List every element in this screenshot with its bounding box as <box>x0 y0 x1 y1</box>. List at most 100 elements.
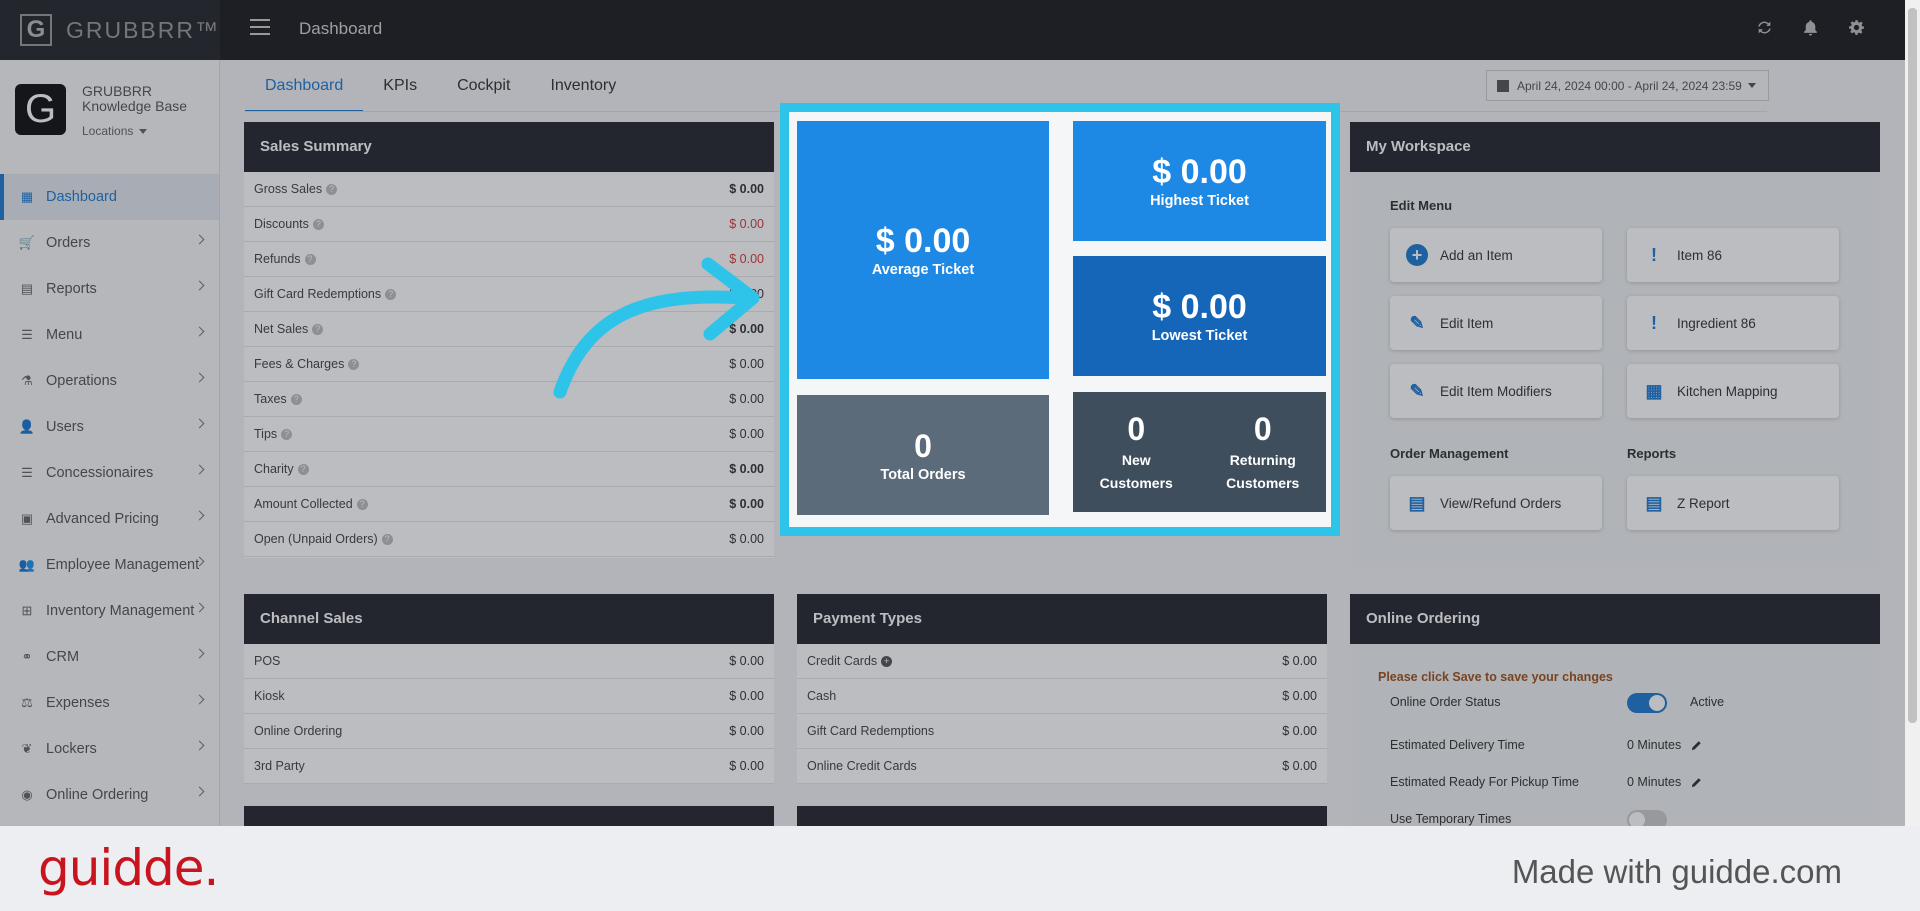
ingredient86-button[interactable]: ! Ingredient 86 <box>1627 296 1839 350</box>
online-ordering-panel: Online Ordering Please click Save to sav… <box>1350 594 1880 826</box>
pencil-icon[interactable] <box>1691 740 1702 751</box>
add-item-button[interactable]: + Add an Item <box>1390 228 1602 282</box>
brand-name: GRUBBRR™ <box>65 16 220 43</box>
table-row: Amount Collected? $ 0.00 <box>244 487 774 522</box>
pencil-icon[interactable] <box>1691 777 1702 788</box>
help-icon[interactable]: ? <box>356 499 368 511</box>
kitchen-mapping-button[interactable]: ▦ Kitchen Mapping <box>1627 364 1839 418</box>
tab-dashboard[interactable]: Dashboard <box>245 60 364 112</box>
tab-inventory[interactable]: Inventory <box>530 60 636 112</box>
pickup-time-text: 0 Minutes <box>1627 775 1682 789</box>
help-icon[interactable]: ? <box>290 394 302 406</box>
lowest-ticket-tile[interactable]: $ 0.00 Lowest Ticket <box>1073 256 1326 376</box>
row-label: Gift Card Redemptions? <box>254 287 397 301</box>
gear-icon[interactable] <box>1847 18 1865 36</box>
sidebar-item-concessionaires[interactable]: ☰ Concessionaires <box>0 450 219 496</box>
button-label: Kitchen Mapping <box>1677 383 1778 399</box>
menu-toggle-icon[interactable] <box>250 19 270 35</box>
row-label: Open (Unpaid Orders)? <box>254 532 393 546</box>
sidebar-item-dashboard[interactable]: ▦ Dashboard <box>0 174 219 220</box>
average-ticket-tile[interactable]: $ 0.00 Average Ticket <box>797 121 1049 379</box>
sidebar-item-crm[interactable]: ⚭ CRM <box>0 634 219 680</box>
vertical-scrollbar[interactable] <box>1905 0 1920 826</box>
sidebar-item-online-ordering[interactable]: ◉ Online Ordering <box>0 772 219 818</box>
sidebar-item-orders[interactable]: 🛒 Orders <box>0 220 219 266</box>
tab-kpis[interactable]: KPIs <box>363 60 437 112</box>
help-icon[interactable]: ? <box>281 429 293 441</box>
row-label: Tips? <box>254 427 293 441</box>
scale-icon: ⚖ <box>21 695 33 710</box>
locations-dropdown[interactable]: Locations <box>82 124 187 139</box>
highest-ticket-tile[interactable]: $ 0.00 Highest Ticket <box>1073 121 1326 241</box>
sidebar-item-menu[interactable]: ☰ Menu <box>0 312 219 358</box>
customers-tile[interactable]: 0 New Customers 0 Returning Customers <box>1073 392 1326 512</box>
z-report-button[interactable]: ▤ Z Report <box>1627 476 1839 530</box>
row-label: Discounts? <box>254 217 324 231</box>
sidebar-item-reports[interactable]: ▤ Reports <box>0 266 219 312</box>
help-icon[interactable]: ? <box>385 289 397 301</box>
row-value: $ 0.00 <box>1282 724 1317 738</box>
row-label: Fees & Charges? <box>254 357 360 371</box>
sidebar-item-employee-management[interactable]: 👥 Employee Management <box>0 542 219 588</box>
expand-plus-icon[interactable]: + <box>881 656 893 668</box>
total-orders-tile[interactable]: 0 Total Orders <box>797 395 1049 515</box>
table-row: 3rd Party $ 0.00 <box>244 749 774 784</box>
button-label: Edit Item <box>1440 315 1494 331</box>
view-refund-orders-button[interactable]: ▤ View/Refund Orders <box>1390 476 1602 530</box>
total-orders-label: Total Orders <box>880 467 966 483</box>
sidebar-item-users[interactable]: 👤 Users <box>0 404 219 450</box>
bell-icon[interactable] <box>1801 18 1819 36</box>
chevron-right-icon <box>194 648 205 659</box>
pickup-time-value: 0 Minutes <box>1627 775 1702 789</box>
row-label: Net Sales? <box>254 322 324 336</box>
tab-cockpit[interactable]: Cockpit <box>437 60 530 112</box>
row-value: $ 0.00 <box>729 689 764 703</box>
help-icon[interactable]: ? <box>348 359 360 371</box>
chevron-right-icon <box>194 372 205 383</box>
item86-button[interactable]: ! Item 86 <box>1627 228 1839 282</box>
guidde-logo[interactable]: guidde. <box>38 839 219 897</box>
help-icon[interactable]: ? <box>297 464 309 476</box>
sidebar-item-advanced-pricing[interactable]: ▣ Advanced Pricing <box>0 496 219 542</box>
delivery-time-label: Estimated Delivery Time <box>1390 738 1525 752</box>
document-icon: ▤ <box>1645 492 1663 513</box>
row-label: Charity? <box>254 462 309 476</box>
sidebar-item-label: Users <box>46 419 84 435</box>
help-icon[interactable]: ? <box>326 184 338 196</box>
row-label-text: Net Sales <box>254 322 309 336</box>
sidebar-item-label: Concessionaires <box>46 465 154 481</box>
row-label-text: POS <box>254 654 281 668</box>
edit-modifiers-button[interactable]: ✎ Edit Item Modifiers <box>1390 364 1602 418</box>
made-with-text[interactable]: Made with guidde.com <box>1512 853 1842 891</box>
help-icon[interactable]: ? <box>304 254 316 266</box>
scrollbar-thumb[interactable] <box>1908 8 1917 723</box>
help-icon[interactable]: ? <box>381 534 393 546</box>
pencil-icon: ✎ <box>1409 380 1425 401</box>
edit-item-button[interactable]: ✎ Edit Item <box>1390 296 1602 350</box>
row-label: Taxes? <box>254 392 302 406</box>
row-label-text: Online Ordering <box>254 724 343 738</box>
online-status-toggle[interactable] <box>1627 693 1667 713</box>
row-value: $ 0.00 <box>729 497 764 511</box>
sidebar-item-inventory-management[interactable]: ⊞ Inventory Management <box>0 588 219 634</box>
temp-times-toggle[interactable] <box>1627 810 1667 826</box>
sidebar-item-operations[interactable]: ⚗ Operations <box>0 358 219 404</box>
row-label-text: Refunds <box>254 252 301 266</box>
row-label: 3rd Party <box>254 759 305 773</box>
button-label: Item 86 <box>1677 247 1723 263</box>
help-icon[interactable]: ? <box>312 324 324 336</box>
help-icon[interactable]: ? <box>312 219 324 231</box>
refresh-icon[interactable] <box>1755 18 1773 36</box>
sidebar-item-expenses[interactable]: ⚖ Expenses <box>0 680 219 726</box>
panel-title: My Workspace <box>1350 122 1880 172</box>
brand[interactable]: G GRUBBRR™ <box>0 0 220 60</box>
row-label-text: Charity <box>254 462 294 476</box>
button-label: Z Report <box>1677 495 1730 511</box>
sidebar-item-lockers[interactable]: ❦ Lockers <box>0 726 219 772</box>
date-range-picker[interactable]: April 24, 2024 00:00 - April 24, 2024 23… <box>1486 70 1769 101</box>
sidebar-item-label: Employee Management <box>46 557 200 573</box>
temp-times-label: Use Temporary Times <box>1390 812 1512 826</box>
table-row: POS $ 0.00 <box>244 644 774 679</box>
returning-customers-label2: Customers <box>1226 475 1300 491</box>
row-label-text: Fees & Charges <box>254 357 345 371</box>
